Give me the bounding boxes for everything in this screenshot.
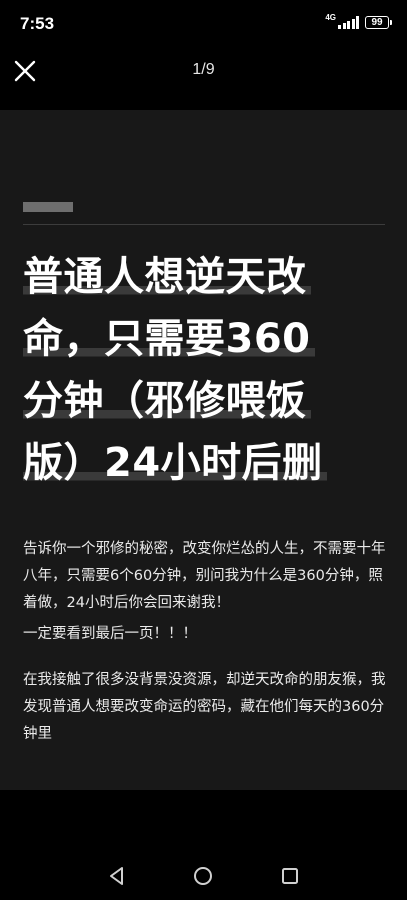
body-paragraph: 在我接触了很多没背景没资源，却逆天改命的朋友猴，我发现普通人想要改变命运的密码，… bbox=[23, 672, 386, 742]
headline-line: 普通人想逆天改 bbox=[23, 246, 393, 308]
system-nav-bar bbox=[0, 850, 407, 900]
home-circle-icon bbox=[194, 867, 212, 885]
viewer-top-bar: 1/9 bbox=[0, 52, 407, 92]
status-bar: 7:53 4G 99 bbox=[0, 0, 407, 52]
nav-home-button[interactable] bbox=[191, 864, 215, 888]
nav-back-button[interactable] bbox=[105, 864, 129, 888]
network-type-label: 4G bbox=[325, 12, 336, 22]
headline-line: 版）24小时后删 bbox=[23, 432, 393, 494]
page-indicator: 1/9 bbox=[192, 61, 215, 78]
body-paragraph: 一定要看到最后一页！！！ bbox=[23, 626, 197, 642]
status-icons: 4G 99 bbox=[325, 12, 392, 29]
decorative-tag-bar bbox=[23, 202, 73, 212]
back-triangle-icon bbox=[110, 867, 123, 885]
slide-headline: 普通人想逆天改 命，只需要360 分钟（邪修喂饭 版）24小时后删 bbox=[23, 246, 393, 494]
signal-icon bbox=[338, 16, 359, 29]
body-paragraph: 告诉你一个邪修的秘密，改变你烂怂的人生，不需要十年八年，只需要6个60分钟，别问… bbox=[23, 541, 386, 611]
headline-line: 分钟（邪修喂饭 bbox=[23, 370, 393, 432]
nav-recents-button[interactable] bbox=[278, 864, 302, 888]
battery-level: 99 bbox=[371, 17, 383, 28]
headline-line: 命，只需要360 bbox=[23, 308, 393, 370]
status-time: 7:53 bbox=[20, 14, 55, 33]
recents-square-icon bbox=[282, 868, 298, 884]
battery-icon: 99 bbox=[365, 16, 392, 29]
divider-line bbox=[23, 224, 385, 225]
slide-image[interactable]: 普通人想逆天改 命，只需要360 分钟（邪修喂饭 版）24小时后删 告诉你一个邪… bbox=[0, 110, 407, 790]
